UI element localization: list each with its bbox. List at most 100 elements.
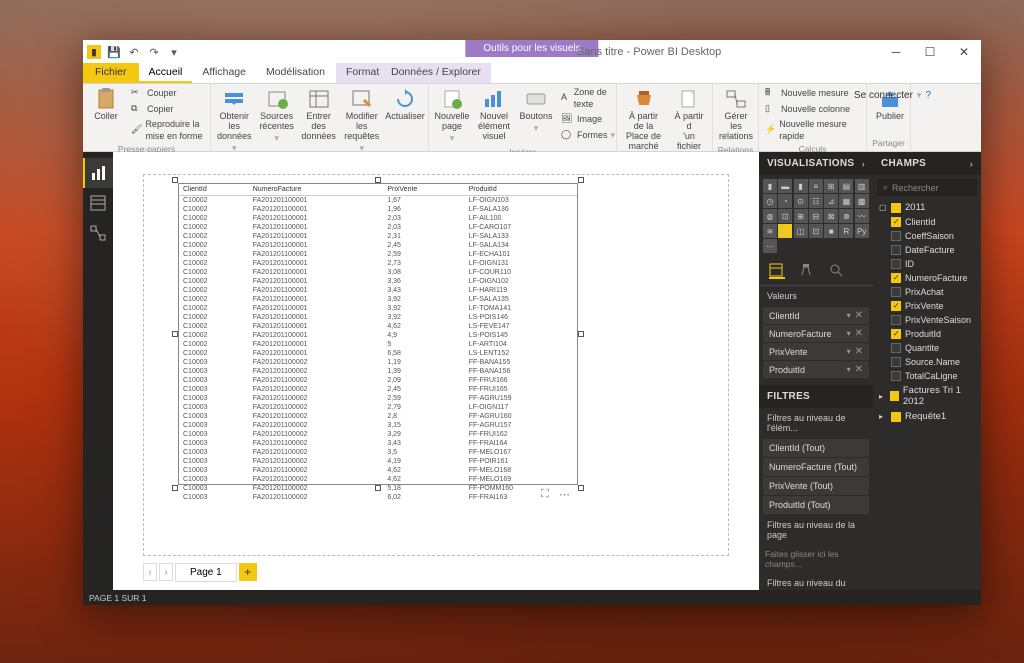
recent-sources-button[interactable]: Sources récentes▾ (258, 86, 296, 146)
field-item[interactable]: ProduitId (873, 327, 981, 341)
more-options-icon[interactable]: ⋯ (559, 488, 573, 502)
text-box-button[interactable]: AZone de texte (559, 86, 617, 111)
close-button[interactable]: ✕ (947, 41, 981, 63)
column-header[interactable]: ProduitId (465, 184, 577, 196)
viz-type-icon[interactable]: ◍ (763, 209, 777, 223)
field-item[interactable]: CoeffSaison (873, 229, 981, 243)
image-button[interactable]: 🖼Image (559, 112, 617, 127)
table-row[interactable]: C10002FA2012011000012,59LF-ECHA101 (179, 250, 577, 259)
filter-item[interactable]: NumeroFacture (Tout) (763, 458, 869, 476)
manage-relations-button[interactable]: Gérer les relations (717, 86, 755, 144)
table-row[interactable]: C10003FA2012011000023,43FF-FRAI164 (179, 439, 577, 448)
field-item[interactable]: PrixVenteSaison (873, 313, 981, 327)
table-row[interactable]: C10002FA2012011000013,43LF-HARI119 (179, 286, 577, 295)
viz-type-icon[interactable]: ≡ (809, 179, 823, 193)
filter-item[interactable]: ClientId (Tout) (763, 439, 869, 457)
page-prev-button[interactable]: ‹ (143, 563, 157, 581)
tab-data-explore[interactable]: Données / Explorer (381, 63, 491, 83)
checkbox[interactable] (891, 315, 901, 325)
checkbox[interactable] (891, 259, 901, 269)
sign-in-link[interactable]: Se connecter ▾ ? (854, 90, 931, 101)
focus-mode-icon[interactable]: ⛶ (541, 488, 555, 502)
column-header[interactable]: PrixVente (383, 184, 464, 196)
viz-type-icon[interactable]: ◫ (794, 224, 808, 238)
table-row[interactable]: C10003FA2012011000022,79LF-OIGN117 (179, 403, 577, 412)
filter-item[interactable]: PrixVente (Tout) (763, 477, 869, 495)
remove-icon[interactable]: ✕ (855, 328, 863, 339)
viz-type-icon[interactable]: ⊡ (809, 224, 823, 238)
field-item[interactable]: NumeroFacture (873, 271, 981, 285)
table-row[interactable]: C10003FA2012011000022,09FF-FRUI166 (179, 376, 577, 385)
table-factures[interactable]: ▸Factures Tri 1 2012 (873, 383, 981, 409)
new-measure-button[interactable]: 🖩Nouvelle mesure (763, 86, 862, 101)
table-row[interactable]: C10002FA2012011000016,58LS-LENT152 (179, 349, 577, 358)
data-view-button[interactable] (83, 188, 113, 218)
table-row[interactable]: C10003FA2012011000023,15FF-AGRU157 (179, 421, 577, 430)
field-well-item[interactable]: ClientId▾✕ (763, 307, 869, 324)
field-item[interactable]: Quantite (873, 341, 981, 355)
table-2011[interactable]: ▢2011 (873, 200, 981, 215)
viz-type-icon[interactable]: ⋯ (763, 239, 777, 253)
checkbox[interactable] (891, 217, 901, 227)
table-row[interactable]: C10003FA2012011000023,5FF-MELO167 (179, 448, 577, 457)
table-row[interactable]: C10003FA2012011000024,62FF-MELO169 (179, 475, 577, 484)
table-row[interactable]: C10002FA2012011000014,9LS-POIS145 (179, 331, 577, 340)
viz-type-icon[interactable]: ≋ (763, 224, 777, 238)
quick-measure-button[interactable]: ⚡Nouvelle mesure rapide (763, 118, 862, 143)
marketplace-button[interactable]: À partir de la Place de marché (621, 86, 666, 154)
checkbox[interactable] (891, 357, 901, 367)
page-tab-1[interactable]: Page 1 (175, 563, 237, 582)
qat-more-icon[interactable]: ▾ (167, 45, 181, 59)
tab-view[interactable]: Affichage (192, 63, 256, 83)
table-row[interactable]: C10002FA2012011000015LF-ARTI104 (179, 340, 577, 349)
viz-type-icon[interactable]: 〰 (855, 209, 869, 223)
table-row[interactable]: C10003FA2012011000021,19FF-BANA155 (179, 358, 577, 367)
viz-type-icon[interactable]: R (839, 224, 853, 238)
table-row[interactable]: C10003FA2012011000022,59FF-AGRU159 (179, 394, 577, 403)
checkbox[interactable] (891, 273, 901, 283)
viz-type-icon[interactable]: ⊗ (839, 209, 853, 223)
viz-type-icon[interactable]: ⊡ (778, 209, 792, 223)
table-row[interactable]: C10003FA2012011000025,18FF-POMM160 (179, 484, 577, 493)
minimize-button[interactable]: ─ (879, 41, 913, 63)
tab-home[interactable]: Accueil (139, 63, 193, 83)
viz-type-icon[interactable]: ◔ (778, 194, 792, 208)
table-row[interactable]: C10003FA2012011000024,62FF-MELO168 (179, 466, 577, 475)
table-row[interactable]: C10002FA2012011000011,67LF-OIGN103 (179, 196, 577, 206)
format-pane-tab[interactable] (799, 263, 815, 279)
viz-type-icon[interactable]: ☷ (809, 194, 823, 208)
remove-icon[interactable]: ✕ (855, 346, 863, 357)
checkbox[interactable] (891, 301, 901, 311)
field-item[interactable]: ID (873, 257, 981, 271)
field-well-item[interactable]: NumeroFacture▾✕ (763, 325, 869, 342)
viz-type-icon[interactable]: ◷ (763, 194, 777, 208)
viz-type-icon[interactable]: ⊞ (824, 179, 838, 193)
filters-header[interactable]: FILTRES (759, 385, 873, 408)
canvas-page[interactable]: ClientIdNumeroFacturePrixVenteProduitId … (143, 174, 729, 556)
viz-type-icon[interactable]: Py (855, 224, 869, 238)
filter-item[interactable]: ProduitId (Tout) (763, 496, 869, 514)
shapes-button[interactable]: ◯Formes ▾ (559, 128, 617, 143)
field-item[interactable]: ClientId (873, 215, 981, 229)
new-visual-button[interactable]: Nouvel élément visuel (475, 86, 513, 144)
table-row[interactable]: C10002FA2012011000012,31LF-SALA133 (179, 232, 577, 241)
table-row[interactable]: C10002FA2012011000012,03LF-CARO107 (179, 223, 577, 232)
table-row[interactable]: C10002FA2012011000013,08LF-COUR110 (179, 268, 577, 277)
table-row[interactable]: C10002FA2012011000013,92LF-SALA135 (179, 295, 577, 304)
buttons-button[interactable]: Boutons▾ (517, 86, 555, 136)
viz-type-icon[interactable]: ■ (824, 224, 838, 238)
viz-type-icon[interactable]: ▥ (855, 179, 869, 193)
table-row[interactable]: C10002FA2012011000012,45LF-SALA134 (179, 241, 577, 250)
table-row[interactable]: C10002FA2012011000012,73LF-OIGN131 (179, 259, 577, 268)
field-item[interactable]: TotalCaLigne (873, 369, 981, 383)
field-item[interactable]: DateFacture (873, 243, 981, 257)
viz-panel-header[interactable]: VISUALISATIONS› (759, 152, 873, 175)
checkbox[interactable] (891, 287, 901, 297)
viz-type-icon[interactable]: ⊟ (809, 209, 823, 223)
table-visual[interactable]: ClientIdNumeroFacturePrixVenteProduitId … (178, 183, 578, 485)
field-well-item[interactable]: ProduitId▾✕ (763, 361, 869, 378)
checkbox[interactable] (891, 329, 901, 339)
table-row[interactable]: C10002FA2012011000012,03LF-AIL100 (179, 214, 577, 223)
table-row[interactable]: C10003FA2012011000022,8FF-AGRU160 (179, 412, 577, 421)
fields-search[interactable]: ⌕Rechercher (877, 179, 977, 196)
